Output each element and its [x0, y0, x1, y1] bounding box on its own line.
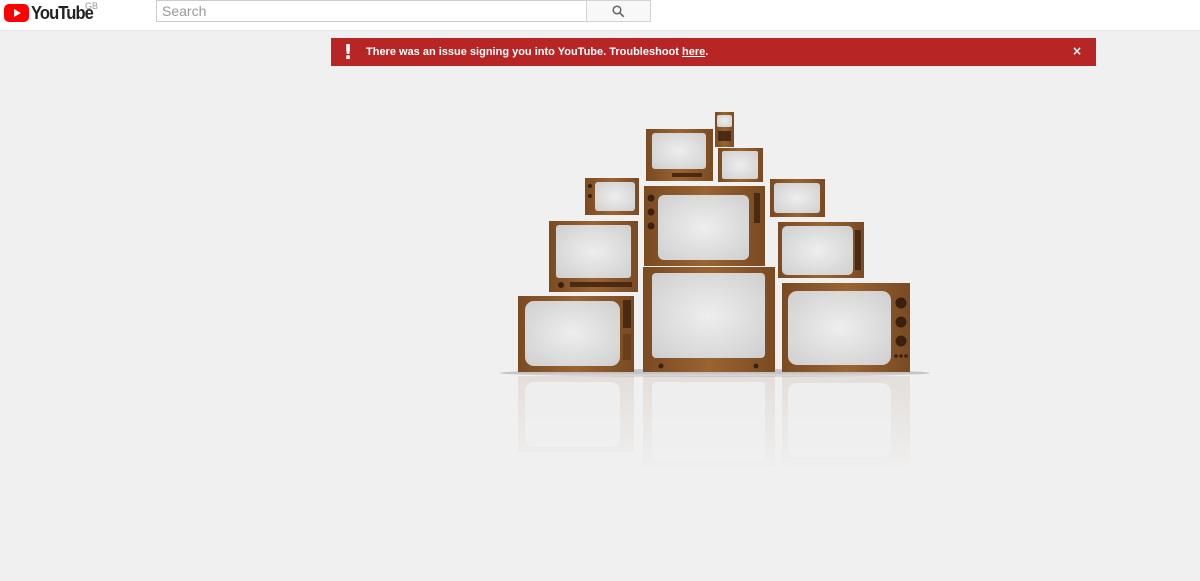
- alert-message: There was an issue signing you into YouT…: [366, 46, 708, 58]
- reflection-fade: [510, 374, 920, 474]
- tv-row2-right: [718, 148, 763, 182]
- logo-text: YouTube: [31, 2, 94, 23]
- search-input[interactable]: [156, 0, 597, 22]
- masthead: YouTube GB: [0, 0, 1200, 31]
- alert-message-suffix: .: [705, 46, 709, 58]
- tv-bottom-left: [518, 296, 634, 372]
- search-button[interactable]: [586, 0, 651, 22]
- tv-row3-center: [644, 186, 765, 266]
- search-icon: [612, 4, 625, 17]
- tv-row4-right: [778, 222, 864, 278]
- tv-stack-illustration: [490, 100, 940, 480]
- tv-row4-left: [549, 221, 638, 292]
- tv-top-tiny: [715, 112, 734, 147]
- tv-row2-left: [646, 129, 713, 181]
- tv-bottom-right: [782, 283, 910, 372]
- tv-row3-left: [585, 178, 639, 215]
- tv-bottom-center: [643, 267, 775, 372]
- tv-row3-right: [770, 179, 825, 217]
- tv-stack-graphic: [500, 112, 930, 474]
- close-alert-button[interactable]: ×: [1070, 44, 1084, 58]
- troubleshoot-link[interactable]: here: [682, 46, 705, 58]
- country-code: GB: [85, 1, 99, 11]
- youtube-play-icon: [4, 4, 29, 22]
- sign-in-error-alert: ! There was an issue signing you into Yo…: [331, 38, 1096, 66]
- alert-message-text: There was an issue signing you into YouT…: [366, 46, 682, 58]
- youtube-logo[interactable]: YouTube GB: [4, 1, 99, 23]
- exclamation-icon: !: [343, 40, 353, 64]
